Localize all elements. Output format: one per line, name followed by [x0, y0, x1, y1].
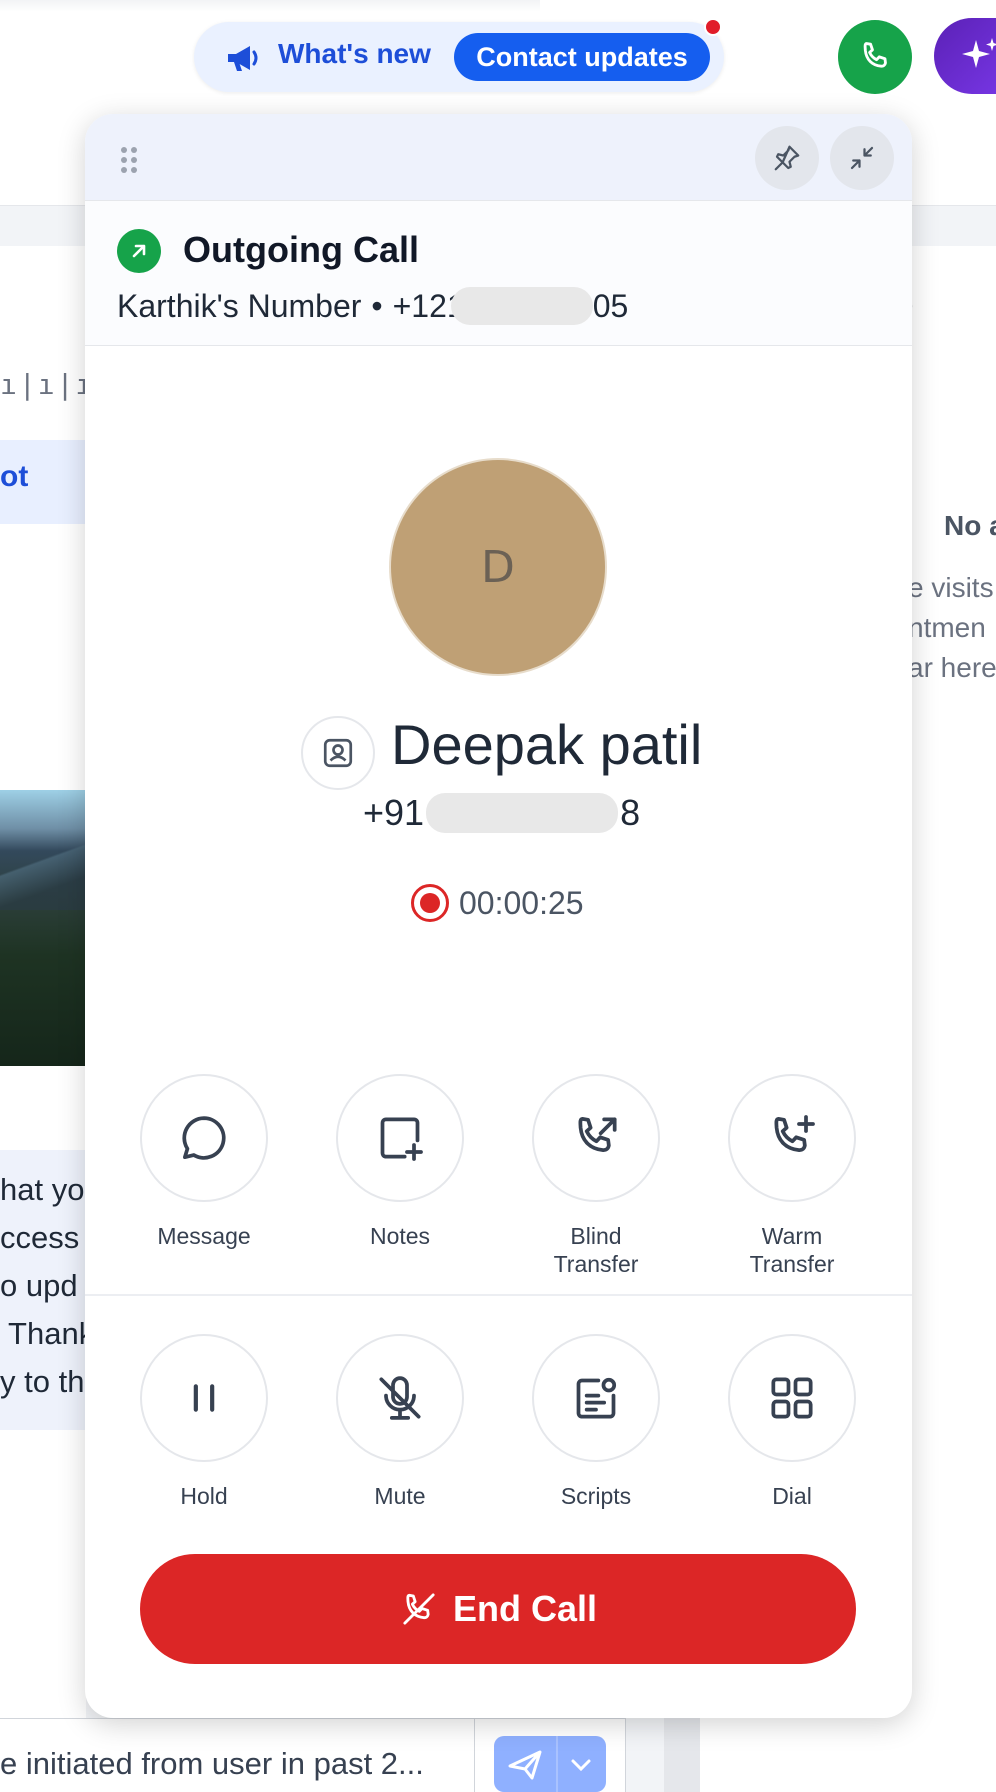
pin-icon	[774, 145, 800, 171]
chevron-down-icon[interactable]	[556, 1736, 606, 1792]
line-info: Karthik's Number • +121 05	[117, 287, 628, 325]
blind-transfer-button[interactable]	[532, 1074, 660, 1202]
phone-add-icon	[774, 1115, 815, 1153]
empty-state-title: No a	[944, 510, 996, 541]
recording-indicator: 00:00:25	[411, 884, 584, 922]
script-icon	[576, 1377, 617, 1419]
scripts-label: Scripts	[560, 1483, 632, 1509]
collapse-icon	[850, 146, 874, 170]
end-call-button[interactable]: End Call	[140, 1554, 856, 1664]
sparkles-icon	[962, 38, 996, 68]
redacted-line-number	[450, 287, 593, 325]
pause-icon	[193, 1384, 215, 1412]
empty-state-text: e visits ntmen ar here	[908, 572, 996, 683]
minimize-button[interactable]	[830, 126, 894, 190]
mic-off-icon	[379, 1376, 421, 1420]
contact-card-icon	[323, 738, 353, 768]
notes-button[interactable]	[336, 1074, 464, 1202]
blind-transfer-action[interactable]: Blind Transfer	[531, 1074, 661, 1278]
chat-bubble-icon	[182, 1116, 226, 1160]
mute-button[interactable]	[336, 1334, 464, 1462]
send-split-divider	[556, 1736, 558, 1792]
blind-transfer-label: Blind Transfer	[553, 1223, 639, 1277]
outgoing-call-icon	[117, 229, 161, 273]
send-button[interactable]	[494, 1736, 606, 1792]
line-number-suffix: 05	[592, 287, 629, 324]
notification-dot	[704, 18, 722, 36]
phone-icon	[863, 42, 887, 68]
redacted-contact-number	[426, 793, 619, 833]
add-note-icon	[380, 1117, 423, 1161]
end-call-icon	[403, 1593, 435, 1625]
call-panel: Outgoing Call Karthik's Number • +121 05…	[85, 114, 912, 1718]
mute-action[interactable]: Mute	[335, 1334, 465, 1510]
dial-label: Dial	[772, 1483, 812, 1509]
mute-label: Mute	[374, 1483, 426, 1509]
call-timer: 00:00:25	[459, 884, 584, 921]
notes-label: Notes	[369, 1223, 431, 1249]
pin-button[interactable]	[755, 126, 819, 190]
phone-forward-icon	[578, 1117, 617, 1153]
contact-number-suffix: 8	[620, 792, 641, 833]
contact-avatar: D	[389, 458, 607, 676]
record-icon	[411, 884, 449, 922]
megaphone-icon	[228, 46, 258, 71]
hold-action[interactable]: Hold	[139, 1334, 269, 1510]
dialpad-icon	[771, 1377, 813, 1419]
notes-action[interactable]: Notes	[335, 1074, 465, 1250]
contact-number-prefix: +91	[363, 792, 425, 833]
mountain-image	[0, 790, 86, 1066]
scripts-action[interactable]: Scripts	[531, 1334, 661, 1510]
warm-transfer-action[interactable]: Warm Transfer	[727, 1074, 857, 1278]
dial-button[interactable]	[728, 1334, 856, 1462]
contact-updates-button[interactable]: Contact updates	[454, 33, 710, 81]
call-direction-title: Outgoing Call	[183, 229, 419, 270]
call-info-section: Outgoing Call Karthik's Number • +121 05	[85, 200, 912, 346]
left-link-fragment[interactable]: ot	[0, 460, 28, 494]
dial-action[interactable]: Dial	[727, 1334, 857, 1510]
top-bar-shadow	[0, 0, 540, 12]
whats-new-link[interactable]: What's new	[278, 38, 431, 70]
end-call-label: End Call	[452, 1588, 598, 1629]
hold-button[interactable]	[140, 1334, 268, 1462]
line-separator: •	[371, 287, 383, 324]
actions-divider	[85, 1294, 912, 1296]
composer-divider	[474, 1718, 475, 1792]
message-label: Message	[157, 1223, 251, 1249]
contact-name: Deepak patil	[391, 713, 703, 776]
contact-number: +91 8	[363, 792, 640, 834]
message-button[interactable]	[140, 1074, 268, 1202]
phone-button[interactable]	[838, 20, 912, 94]
warm-transfer-button[interactable]	[728, 1074, 856, 1202]
scripts-button[interactable]	[532, 1334, 660, 1462]
drag-handle-icon[interactable]	[119, 146, 139, 174]
line-name: Karthik's Number	[117, 287, 362, 324]
warm-transfer-label: Warm Transfer	[749, 1223, 835, 1277]
composer-edge	[664, 1718, 700, 1792]
send-icon	[508, 1750, 542, 1780]
composer-placeholder: e initiated from user in past 2...	[0, 1746, 424, 1781]
panel-header	[85, 114, 912, 200]
view-contact-button[interactable]	[301, 716, 375, 790]
hold-label: Hold	[180, 1483, 228, 1509]
message-action[interactable]: Message	[139, 1074, 269, 1250]
